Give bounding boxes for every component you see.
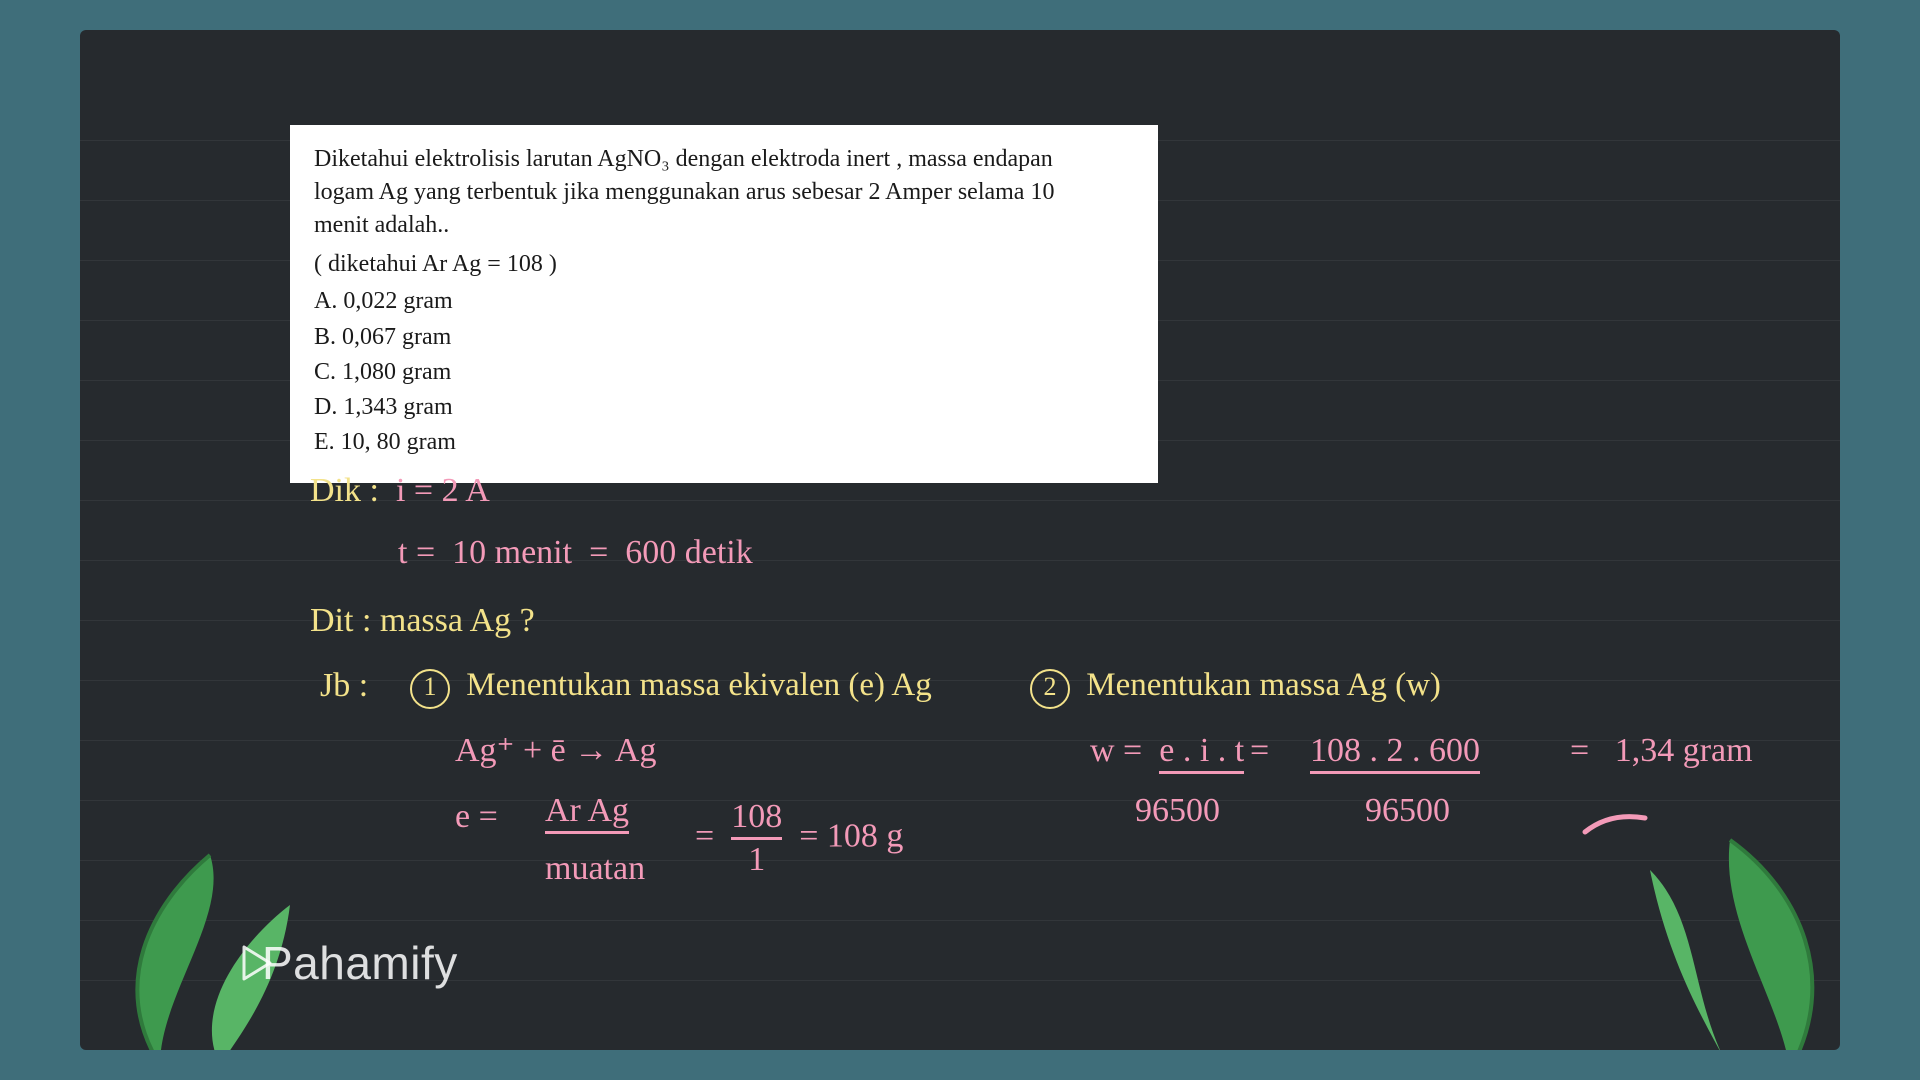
e-fraction: Ar Ag [545,790,629,833]
w-formula: e . i . t [1159,732,1244,774]
brand-name: Pahamify [262,936,458,990]
t-eq: = [589,534,608,571]
question-prompt-line1: Diketahui elektrolisis larutan AgNO₃ den… [314,143,1134,176]
play-icon [230,939,278,987]
question-prompt-line3: menit adalah.. [314,209,1134,242]
question-prompt-line2: logam Ag yang terbentuk jika menggunakan… [314,176,1134,209]
e-val-top: 108 [731,798,782,840]
w-result-line: = 1,34 gram [1570,730,1753,773]
w-den1: 96500 [1135,790,1220,833]
w-result: 1,34 gram [1615,732,1753,769]
step2-num: 2 [1030,669,1070,709]
e-value: = 108 1 = 108 g [695,796,903,881]
w-numtop: 108 . 2 . 600 [1310,730,1480,773]
step1: 1 Menentukan massa ekivalen (e) Ag [410,665,932,709]
step2-text: Menentukan massa Ag (w) [1086,667,1441,703]
t-sec: 600 detik [625,534,752,571]
option-c: C. 1,080 gram [314,356,1134,389]
w-formula-line: w = e . i . t [1090,730,1244,773]
e-eq2: = 108 g [799,817,903,854]
w-den2: 96500 [1365,790,1450,833]
option-a: A. 0,022 gram [314,285,1134,318]
w-eq2: = [1570,732,1589,769]
e-frac-top: Ar Ag [545,792,629,834]
dik-line: Dik : i = 2 A [310,470,490,513]
brand-logo: Pahamify [230,936,458,990]
jb-label: Jb : [320,665,368,708]
question-given: ( diketahui Ar Ag = 108 ) [314,248,1134,281]
e-frac-bot: muatan [545,848,645,891]
dik-label: Dik : [310,472,379,509]
question-card: Diketahui elektrolisis larutan AgNO₃ den… [290,125,1158,483]
i-expr: i = 2 A [396,472,490,509]
slide-canvas: Diketahui elektrolisis larutan AgNO₃ den… [80,30,1840,1050]
w-label: w = [1090,732,1142,769]
t-min: 10 menit [452,534,572,571]
e-val-bot: 1 [748,841,765,878]
t-label: t = [398,534,435,571]
w-eq1: = [1250,730,1269,773]
step1-num: 1 [410,669,450,709]
dit-line: Dit : massa Ag ? [310,600,535,643]
ag-reaction: Ag⁺ + ē → Ag [455,730,656,773]
step1-text: Menentukan massa ekivalen (e) Ag [466,667,932,703]
option-d: D. 1,343 gram [314,391,1134,424]
option-e: E. 10, 80 gram [314,426,1134,459]
t-line: t = 10 menit = 600 detik [398,532,753,575]
step2: 2 Menentukan massa Ag (w) [1030,665,1441,709]
e-label: e = [455,796,498,839]
question-options: A. 0,022 gram B. 0,067 gram C. 1,080 gra… [314,285,1134,459]
option-b: B. 0,067 gram [314,321,1134,354]
scribble-mark [1580,810,1650,838]
decor-leaf-right [1630,830,1840,1050]
e-eq1: = [695,817,714,854]
